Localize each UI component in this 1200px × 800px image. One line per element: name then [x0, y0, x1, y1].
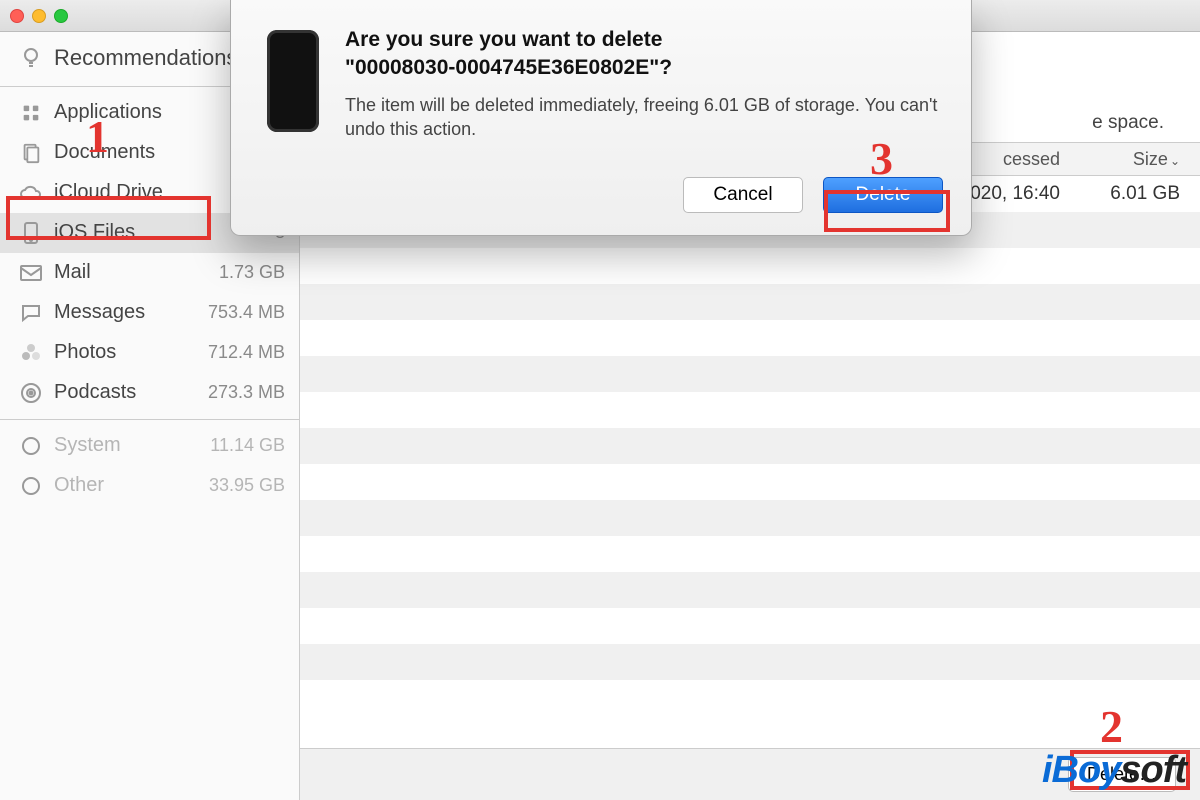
minimize-icon[interactable]: [32, 9, 46, 23]
sidebar-item-label: Mail: [54, 261, 219, 284]
sidebar-item-label: Podcasts: [54, 381, 208, 404]
sidebar-item-size: 753.4 MB: [208, 302, 285, 323]
sidebar-item-size: 33.95 GB: [209, 475, 285, 496]
sidebar-item-system: System 11.14 GB: [0, 426, 299, 466]
cancel-button[interactable]: Cancel: [683, 177, 803, 213]
sidebar-item-label: Other: [54, 474, 209, 497]
other-icon: [18, 473, 44, 499]
apps-icon: [18, 100, 44, 126]
sidebar-item-label: Photos: [54, 341, 208, 364]
podcasts-icon: [18, 380, 44, 406]
confirm-delete-button[interactable]: Delete: [823, 177, 943, 213]
sidebar-item-size: 1.73 GB: [219, 262, 285, 283]
documents-icon: [18, 140, 44, 166]
sidebar-item-size: 11.14 GB: [210, 435, 285, 456]
watermark: iBoysoft: [1042, 749, 1186, 792]
cloud-icon: [18, 180, 44, 206]
dialog-title: Are you sure you want to delete "0000803…: [345, 26, 943, 83]
sidebar-item-mail[interactable]: Mail 1.73 GB: [0, 253, 299, 293]
table-body: 2020, 16:40 6.01 GB: [300, 176, 1200, 748]
sidebar-item-size: 712.4 MB: [208, 342, 285, 363]
sidebar-item-photos[interactable]: Photos 712.4 MB: [0, 333, 299, 373]
system-icon: [18, 433, 44, 459]
row-size: 6.01 GB: [1080, 183, 1200, 205]
column-size[interactable]: Size⌄: [1080, 149, 1200, 170]
dialog-body: The item will be deleted immediately, fr…: [345, 93, 943, 142]
mail-icon: [18, 260, 44, 286]
photos-icon: [18, 340, 44, 366]
traffic-lights[interactable]: [10, 9, 68, 23]
confirm-delete-dialog: Are you sure you want to delete "0000803…: [230, 0, 972, 236]
chevron-down-icon: ⌄: [1170, 154, 1180, 168]
messages-icon: [18, 300, 44, 326]
sidebar-item-messages[interactable]: Messages 753.4 MB: [0, 293, 299, 333]
iphone-icon: [267, 30, 319, 132]
sidebar-item-podcasts[interactable]: Podcasts 273.3 MB: [0, 373, 299, 413]
sidebar-item-other: Other 33.95 GB: [0, 466, 299, 506]
zoom-icon[interactable]: [54, 9, 68, 23]
sidebar-item-label: Messages: [54, 301, 208, 324]
lightbulb-icon: [18, 45, 44, 71]
phone-icon: [18, 220, 44, 246]
sidebar-item-size: 273.3 MB: [208, 382, 285, 403]
sidebar-item-label: System: [54, 434, 210, 457]
close-icon[interactable]: [10, 9, 24, 23]
